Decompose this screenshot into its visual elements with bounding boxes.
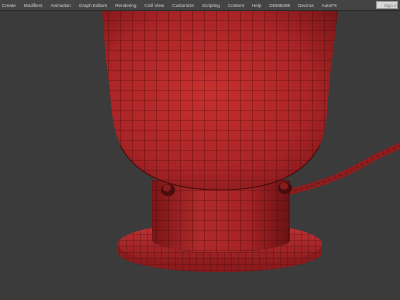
menu-create[interactable]: Create	[2, 0, 16, 11]
menu-customize[interactable]: Customize	[172, 0, 194, 11]
screw-left	[161, 184, 175, 196]
menu-scripting[interactable]: Scripting	[202, 0, 220, 11]
search-box[interactable]	[376, 1, 398, 16]
viewport-perspective[interactable]	[0, 11, 400, 300]
menu-bar: Create Modifiers Animation Graph Editors…	[0, 0, 400, 16]
menu-help[interactable]: Help	[252, 0, 261, 11]
lamp-mesh-render	[102, 11, 400, 272]
search-input[interactable]	[384, 2, 398, 8]
menu-content[interactable]: Content	[228, 0, 244, 11]
menu-animation[interactable]: Animation	[50, 0, 70, 11]
menu-modifiers[interactable]: Modifiers	[24, 0, 43, 11]
menu-civil-view[interactable]: Civil View	[144, 0, 164, 11]
menu-rendering[interactable]: Rendering	[115, 0, 136, 11]
menu-decima[interactable]: Decima	[298, 0, 314, 11]
menu-graph-editors[interactable]: Graph Editors	[79, 0, 107, 11]
search-icon	[378, 3, 384, 16]
menu-autofx[interactable]: AutoFX	[322, 0, 337, 11]
lamp-shade	[102, 11, 338, 191]
screw-right	[278, 182, 292, 194]
menu-ddm[interactable]: DDM8288	[269, 0, 290, 11]
